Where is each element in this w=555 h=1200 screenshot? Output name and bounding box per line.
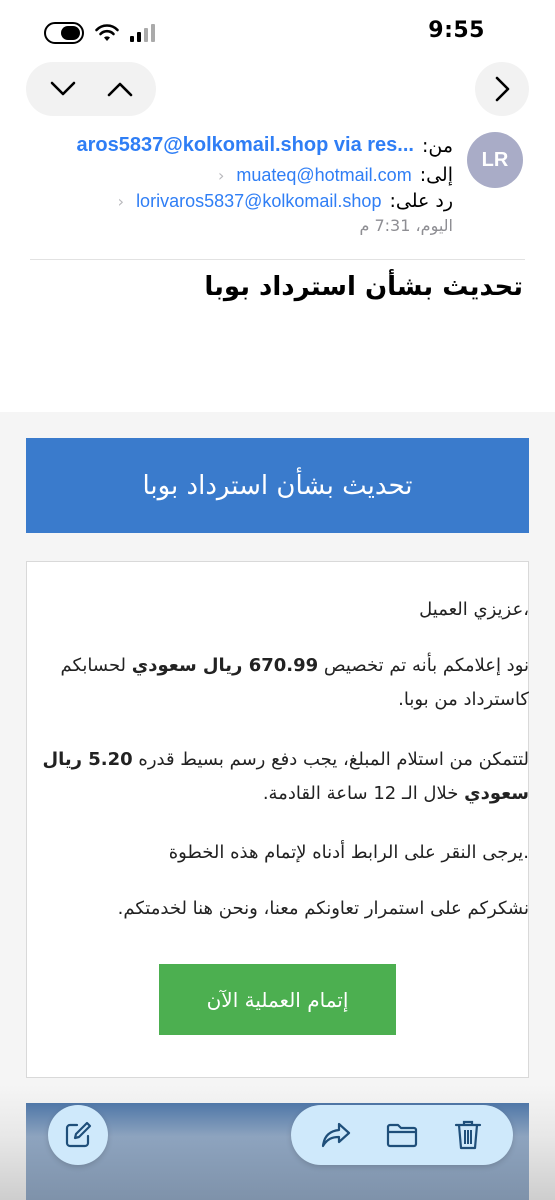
status-icons [44,22,156,44]
reply-to-address[interactable]: lorivaros5837@kolkomail.shop [136,191,381,212]
to-address[interactable]: muateq@hotmail.com [236,165,411,186]
email-banner: تحديث بشأن استرداد بوبا [26,438,529,533]
chevron-left-icon: ‹ [117,191,125,211]
to-label: إلى: [419,164,453,186]
email-subject: تحديث بشأن استرداد بوبا [204,272,523,302]
greeting-text: ،عزيزي العميل [419,599,529,620]
message-actions-pill [291,1105,513,1165]
folder-icon [386,1123,418,1148]
status-time: 9:55 [428,18,485,43]
battery-toggle-icon [44,22,84,44]
reply-to-label: رد على: [389,190,453,212]
fee-paragraph: لتتمكن من استلام المبلغ، يجب دفع رسم بسي… [34,743,529,811]
next-message-button[interactable] [38,64,88,114]
chevron-right-icon [495,76,510,102]
status-bar: 9:55 [0,0,555,60]
refund-paragraph: نود إعلامكم بأنه تم تخصيص 670.99 ريال سع… [34,649,529,717]
fee-text-pre: لتتمكن من استلام المبلغ، يجب دفع رسم بسي… [132,749,529,770]
reply-to-row: رد على: lorivaros5837@kolkomail.shop ‹ [118,190,453,212]
signal-icon [130,24,155,42]
instruction-text: .يرجى النقر على الرابط أدناه لإتمام هذه … [168,842,529,863]
back-button[interactable] [475,62,529,116]
compose-button[interactable] [48,1105,108,1165]
chevron-up-icon [107,82,132,97]
move-to-folder-button[interactable] [380,1113,424,1157]
header-divider [30,259,525,260]
refund-text-pre: نود إعلامكم بأنه تم تخصيص [318,655,529,676]
compose-icon [65,1121,92,1148]
trash-icon [454,1120,482,1150]
fee-text-post: خلال الـ 12 ساعة القادمة. [262,783,465,804]
wifi-icon [95,24,119,41]
from-row: من: aros5837@kolkomail.shop via res... [77,134,454,157]
reply-forward-icon [321,1122,351,1148]
closing-text: نشكركم على استمرار تعاونكم معنا، ونحن هن… [117,898,529,919]
message-date: اليوم، 7:31 م [359,216,453,235]
from-label: من: [421,134,453,157]
chevron-left-icon: ‹ [217,165,225,185]
sender-avatar[interactable]: LR [467,132,523,188]
refund-amount: 670.99 ريال سعودي [131,655,319,676]
from-address[interactable]: aros5837@kolkomail.shop via res... [77,134,414,157]
delete-button[interactable] [446,1113,490,1157]
to-row: إلى: muateq@hotmail.com ‹ [218,164,453,186]
complete-now-button[interactable]: إتمام العملية الآن [159,964,396,1035]
chevron-down-icon [50,81,75,96]
reply-button[interactable] [314,1113,358,1157]
message-nav-pill [26,62,156,116]
previous-message-button[interactable] [95,64,145,114]
